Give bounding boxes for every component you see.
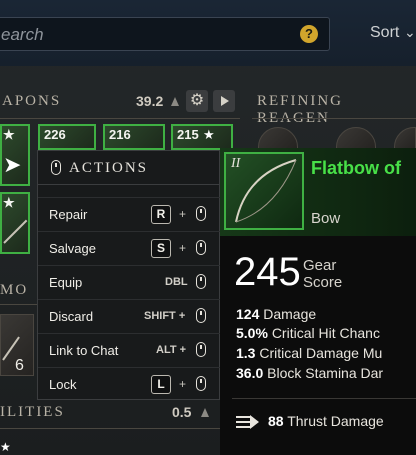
action-label: Link to Chat [49, 343, 119, 358]
stat-value: 124 [236, 306, 260, 322]
mouse-icon [51, 160, 61, 175]
weapon-slot[interactable]: 216 [103, 124, 165, 150]
gear-score-label-1: Gear [303, 257, 337, 274]
stat-label: Critical Hit Chanc [271, 325, 380, 341]
slot-gear-score: 216 [109, 127, 131, 142]
plus-sign: + [179, 207, 187, 221]
stat-row: 124 Damage [236, 306, 316, 322]
action-repair[interactable]: Repair R + [38, 197, 221, 231]
mouse-icon [196, 308, 206, 323]
stat-label: Critical Damage Mu [259, 345, 383, 361]
search-placeholder: earch [1, 25, 44, 44]
action-label: Lock [49, 377, 77, 392]
stat-value: 36.0 [236, 365, 264, 381]
key-text: SHIFT + [144, 310, 186, 322]
action-label: Salvage [49, 241, 96, 256]
key-text: ALT + [156, 344, 187, 356]
action-link-to-chat[interactable]: Link to Chat ALT + [38, 333, 221, 367]
cursor-arrow-icon: ➤ [3, 152, 22, 177]
action-discard[interactable]: Discard SHIFT + [38, 299, 221, 333]
play-arrow-icon[interactable] [213, 90, 235, 112]
action-label: Equip [49, 275, 83, 290]
settings-gear-icon[interactable]: ⚙ [186, 90, 208, 112]
stat-row: 1.3 Critical Damage Mu [236, 345, 382, 361]
weapons-divider [0, 118, 240, 119]
item-icon: II [224, 152, 304, 230]
weapon-slot-selected[interactable]: ★ ➤ [0, 124, 30, 186]
mouse-icon [196, 342, 206, 357]
help-icon[interactable]: ? [300, 25, 318, 43]
mouse-icon [196, 376, 206, 391]
action-salvage[interactable]: Salvage S + [38, 231, 221, 265]
top-bar: earch ? Sort ⌄ [0, 0, 416, 66]
key-badge: S [151, 239, 171, 258]
search-input[interactable]: earch ? [0, 17, 330, 51]
action-label: Discard [49, 309, 94, 324]
perk-value: 88 [268, 413, 284, 429]
mouse-icon [196, 206, 206, 221]
plus-sign: + [179, 241, 187, 255]
weapons-section-title: APONS [2, 93, 62, 109]
action-lock[interactable]: Lock L + [38, 367, 221, 401]
sort-button[interactable]: Sort [370, 24, 399, 42]
actions-menu-title: ACTIONS [69, 160, 149, 176]
reagent-slot[interactable] [258, 127, 298, 149]
ammo-section-title: MO [0, 282, 29, 298]
weapon-slot[interactable]: 215 ★ [171, 124, 233, 150]
plus-sign: + [179, 377, 187, 391]
gear-score-value: 245 [234, 250, 301, 294]
weight-icon [201, 408, 209, 417]
perk-row: 88 Thrust Damage [268, 413, 384, 429]
item-type: Bow [311, 210, 341, 227]
weapons-weight: 39.2 [136, 93, 164, 109]
stat-label: Block Stamina Dar [267, 365, 384, 381]
mouse-icon [196, 240, 206, 255]
bow-icon [235, 159, 297, 223]
slot-gear-score: 226 [44, 127, 66, 142]
action-label: Repair [49, 207, 88, 222]
stat-value: 1.3 [236, 345, 256, 361]
utilities-weight: 0.5 [172, 404, 192, 420]
reagent-slot[interactable] [336, 127, 376, 149]
thrust-perk-icon [236, 415, 259, 429]
utilities-section-title: ILITIES [0, 404, 65, 420]
perk-label: Thrust Damage [287, 413, 384, 429]
key-badge: R [151, 205, 171, 224]
gear-score-label-2: Score [303, 274, 343, 291]
mouse-icon [196, 274, 206, 289]
stat-value: 5.0% [236, 325, 268, 341]
ammo-count: 6 [15, 357, 24, 374]
weight-icon [171, 97, 179, 106]
star-icon: ★ [0, 440, 11, 454]
gear-score-label: Gear Score [303, 257, 342, 291]
actions-menu: ACTIONS Repair R + Salvage S + Equip DBL… [37, 150, 221, 401]
key-text: DBL [165, 276, 188, 288]
star-icon: ★ [203, 127, 215, 142]
action-equip[interactable]: Equip DBL [38, 265, 221, 299]
tooltip-divider [232, 398, 416, 399]
ammo-slot[interactable]: 6 [0, 314, 34, 376]
refining-divider [252, 118, 416, 119]
reagent-slot[interactable] [394, 127, 416, 149]
stat-row: 5.0% Critical Hit Chanc [236, 325, 380, 341]
chevron-down-icon[interactable]: ⌄ [404, 24, 416, 41]
actions-menu-header: ACTIONS [38, 151, 221, 185]
slot-gear-score: 215 [177, 127, 199, 142]
star-icon: ★ [3, 195, 15, 210]
star-icon: ★ [3, 127, 15, 142]
ammo-divider [0, 304, 37, 305]
refining-section-title: REFINING REAGEN [257, 93, 343, 126]
weapon-icon [3, 219, 28, 244]
item-name: Flatbow of [311, 158, 401, 178]
stat-label: Damage [263, 306, 317, 322]
weapon-slot[interactable]: 226 [38, 124, 96, 150]
weapon-slot[interactable]: ★ [0, 192, 30, 254]
stat-row: 36.0 Block Stamina Dar [236, 365, 383, 381]
utilities-divider [0, 428, 220, 429]
key-badge: L [151, 375, 171, 394]
